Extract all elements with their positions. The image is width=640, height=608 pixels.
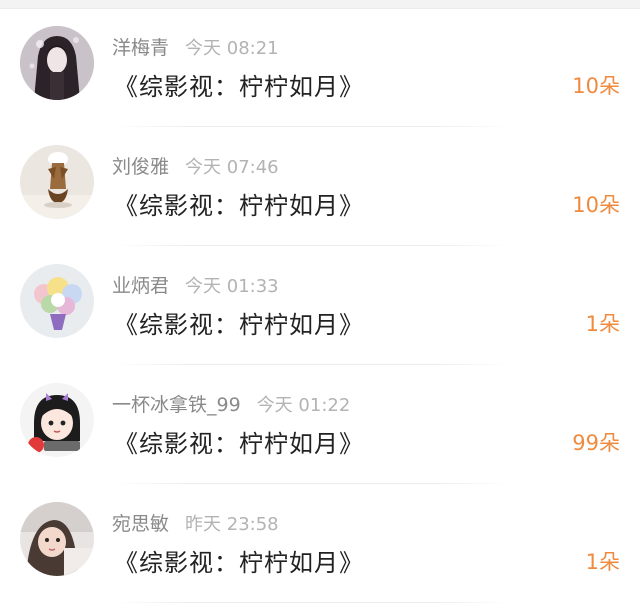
avatar[interactable] — [20, 383, 94, 457]
timestamp: 今天 07:46 — [185, 157, 279, 178]
divider — [112, 602, 512, 603]
timestamp: 今天 01:22 — [256, 395, 351, 416]
user-name-text[interactable]: 洋梅青 — [112, 37, 169, 59]
timestamp: 今天 08:21 — [185, 38, 279, 59]
avatar-image — [20, 383, 94, 457]
avatar-image — [20, 145, 94, 219]
list-item[interactable]: 业炳君 今天 01:33 《综影视：柠柠如月》 1朵 — [0, 246, 640, 365]
book-title[interactable]: 《综影视：柠柠如月》 — [114, 424, 364, 459]
book-title[interactable]: 《综影视：柠柠如月》 — [114, 186, 364, 221]
avatar-image — [20, 502, 94, 576]
book-title[interactable]: 《综影视：柠柠如月》 — [114, 305, 364, 340]
gift-count: 99朵 — [572, 431, 620, 455]
list-item[interactable]: 宛思敏 昨天 23:58 《综影视：柠柠如月》 1朵 — [0, 484, 640, 603]
avatar[interactable] — [20, 145, 94, 219]
book-title[interactable]: 《综影视：柠柠如月》 — [114, 67, 364, 102]
timestamp: 今天 01:33 — [185, 276, 279, 297]
gift-count: 10朵 — [572, 193, 620, 217]
list-item[interactable]: 一杯冰拿铁_99 今天 01:22 《综影视：柠柠如月》 99朵 — [0, 365, 640, 484]
avatar[interactable] — [20, 264, 94, 338]
timestamp: 昨天 23:58 — [185, 514, 279, 535]
user-name-text[interactable]: 刘俊雅 — [112, 156, 169, 178]
gift-count: 10朵 — [572, 74, 620, 98]
user-name[interactable]: 洋梅青 今天 08:21 — [112, 33, 279, 60]
avatar[interactable] — [20, 26, 94, 100]
avatar[interactable] — [20, 502, 94, 576]
gift-count: 1朵 — [585, 312, 620, 336]
list-item[interactable]: 洋梅青 今天 08:21 《综影视：柠柠如月》 10朵 — [0, 8, 640, 127]
user-name[interactable]: 业炳君 今天 01:33 — [112, 271, 279, 298]
list-item[interactable]: 刘俊雅 今天 07:46 《综影视：柠柠如月》 10朵 — [0, 127, 640, 246]
user-name-text[interactable]: 宛思敏 — [112, 513, 169, 535]
user-name[interactable]: 刘俊雅 今天 07:46 — [112, 152, 279, 179]
avatar-image — [20, 26, 94, 100]
user-name-text[interactable]: 业炳君 — [112, 275, 169, 297]
book-title[interactable]: 《综影视：柠柠如月》 — [114, 543, 364, 578]
avatar-image — [20, 264, 94, 338]
gift-count: 1朵 — [585, 550, 620, 574]
user-name[interactable]: 一杯冰拿铁_99 今天 01:22 — [112, 390, 350, 417]
user-name-text[interactable]: 一杯冰拿铁_99 — [112, 394, 241, 416]
user-name[interactable]: 宛思敏 昨天 23:58 — [112, 509, 279, 536]
gift-list: 洋梅青 今天 08:21 《综影视：柠柠如月》 10朵 刘俊雅 今天 07:46 《… — [0, 8, 640, 603]
